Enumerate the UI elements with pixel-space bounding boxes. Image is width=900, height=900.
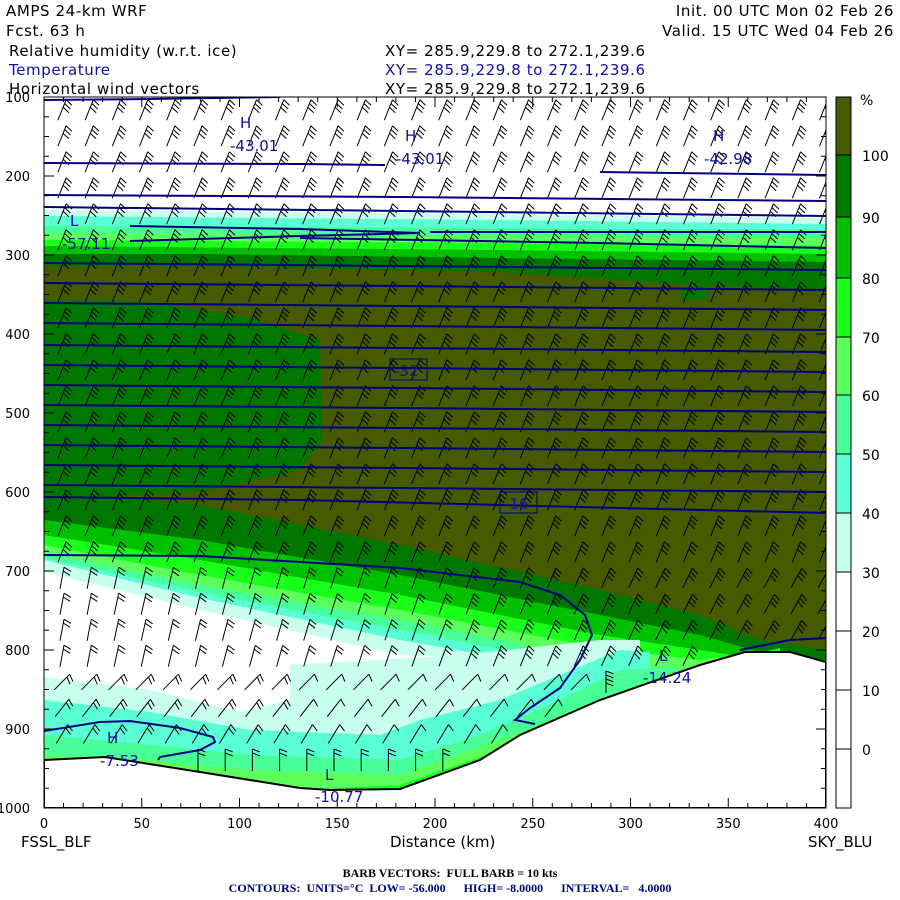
colorbar-bin xyxy=(835,571,852,632)
colorbar-bin xyxy=(835,748,852,809)
colorbar-label: 10 xyxy=(862,684,880,700)
colorbar: 1009080706050403020100 xyxy=(835,96,889,809)
x-tick-label: 300 xyxy=(618,817,643,832)
colorbar-bin xyxy=(835,336,852,396)
label-value: -43.01 xyxy=(230,137,278,155)
label-kind: H xyxy=(107,729,118,747)
label-value: -16 xyxy=(504,495,529,513)
contour-legend: CONTOURS: UNITS=°C LOW= -56.000 HIGH= -8… xyxy=(228,881,672,895)
label-kind: L xyxy=(70,212,79,230)
y-tick-label: 300 xyxy=(5,249,30,264)
colorbar-label: 50 xyxy=(862,448,880,464)
label-value: -42.98 xyxy=(704,150,752,168)
label-value: -14.24 xyxy=(643,669,691,687)
x-left-label: FSSL_BLF xyxy=(21,833,92,852)
colorbar-bin xyxy=(835,394,852,455)
rh-field xyxy=(44,97,826,808)
colorbar-bin xyxy=(835,512,852,573)
label-value: -57.11 xyxy=(62,235,110,253)
label-kind: L xyxy=(325,766,334,784)
colorbar-label: 30 xyxy=(862,566,880,582)
x-right-label: SKY_BLU xyxy=(808,833,872,852)
y-tick-label: 200 xyxy=(5,170,30,185)
label-value: -7.53 xyxy=(100,752,139,770)
colorbar-bin xyxy=(835,453,852,514)
colorbar-label: 90 xyxy=(862,211,880,227)
x-tick-label: 50 xyxy=(133,817,150,832)
y-tick-label: 900 xyxy=(5,723,30,738)
colorbar-label: 20 xyxy=(862,625,880,641)
label-value: -32 xyxy=(394,362,419,380)
colorbar-bin xyxy=(835,96,852,156)
cross-section-chart: 0 50 100 150 200 250 300 350 4001002003004005006… xyxy=(0,91,889,852)
label-kind: L xyxy=(659,647,668,665)
colorbar-unit: % xyxy=(860,93,873,109)
y-tick-label: 800 xyxy=(5,644,30,659)
colorbar-bin xyxy=(835,216,852,279)
label-value: -43.01 xyxy=(396,150,444,168)
colorbar-label: 100 xyxy=(862,149,889,165)
label-kind: H xyxy=(405,127,416,145)
x-tick-label: 200 xyxy=(423,817,448,832)
x-tick-label: 0 xyxy=(40,817,48,832)
y-tick-label: 600 xyxy=(5,486,30,501)
y-tick-label: 100 xyxy=(5,91,30,106)
x-tick-label: 400 xyxy=(814,817,839,832)
y-tick-label: 1000 xyxy=(0,802,30,817)
colorbar-label: 70 xyxy=(862,331,880,347)
y-tick-label: 400 xyxy=(5,328,30,343)
x-tick-label: 150 xyxy=(325,817,350,832)
x-tick-label: 350 xyxy=(716,817,741,832)
label-value: -10.77 xyxy=(315,788,363,806)
colorbar-label: 60 xyxy=(862,389,880,405)
colorbar-bin xyxy=(835,154,852,218)
colorbar-label: 40 xyxy=(862,507,880,523)
label-kind: H xyxy=(713,127,724,145)
colorbar-bin xyxy=(835,630,852,691)
barb-legend: BARB VECTORS: FULL BARB = 10 kts xyxy=(342,866,558,880)
y-tick-label: 700 xyxy=(5,565,30,580)
x-axis-label: Distance (km) xyxy=(390,833,495,851)
label-kind: H xyxy=(240,114,251,132)
colorbar-bin xyxy=(835,689,852,750)
colorbar-bin xyxy=(835,277,852,338)
colorbar-label: 0 xyxy=(862,743,871,759)
x-tick-label: 100 xyxy=(227,817,252,832)
x-tick-label: 250 xyxy=(520,817,545,832)
y-tick-label: 500 xyxy=(5,407,30,422)
colorbar-label: 80 xyxy=(862,272,880,288)
rh-left-moist-region xyxy=(44,300,322,498)
